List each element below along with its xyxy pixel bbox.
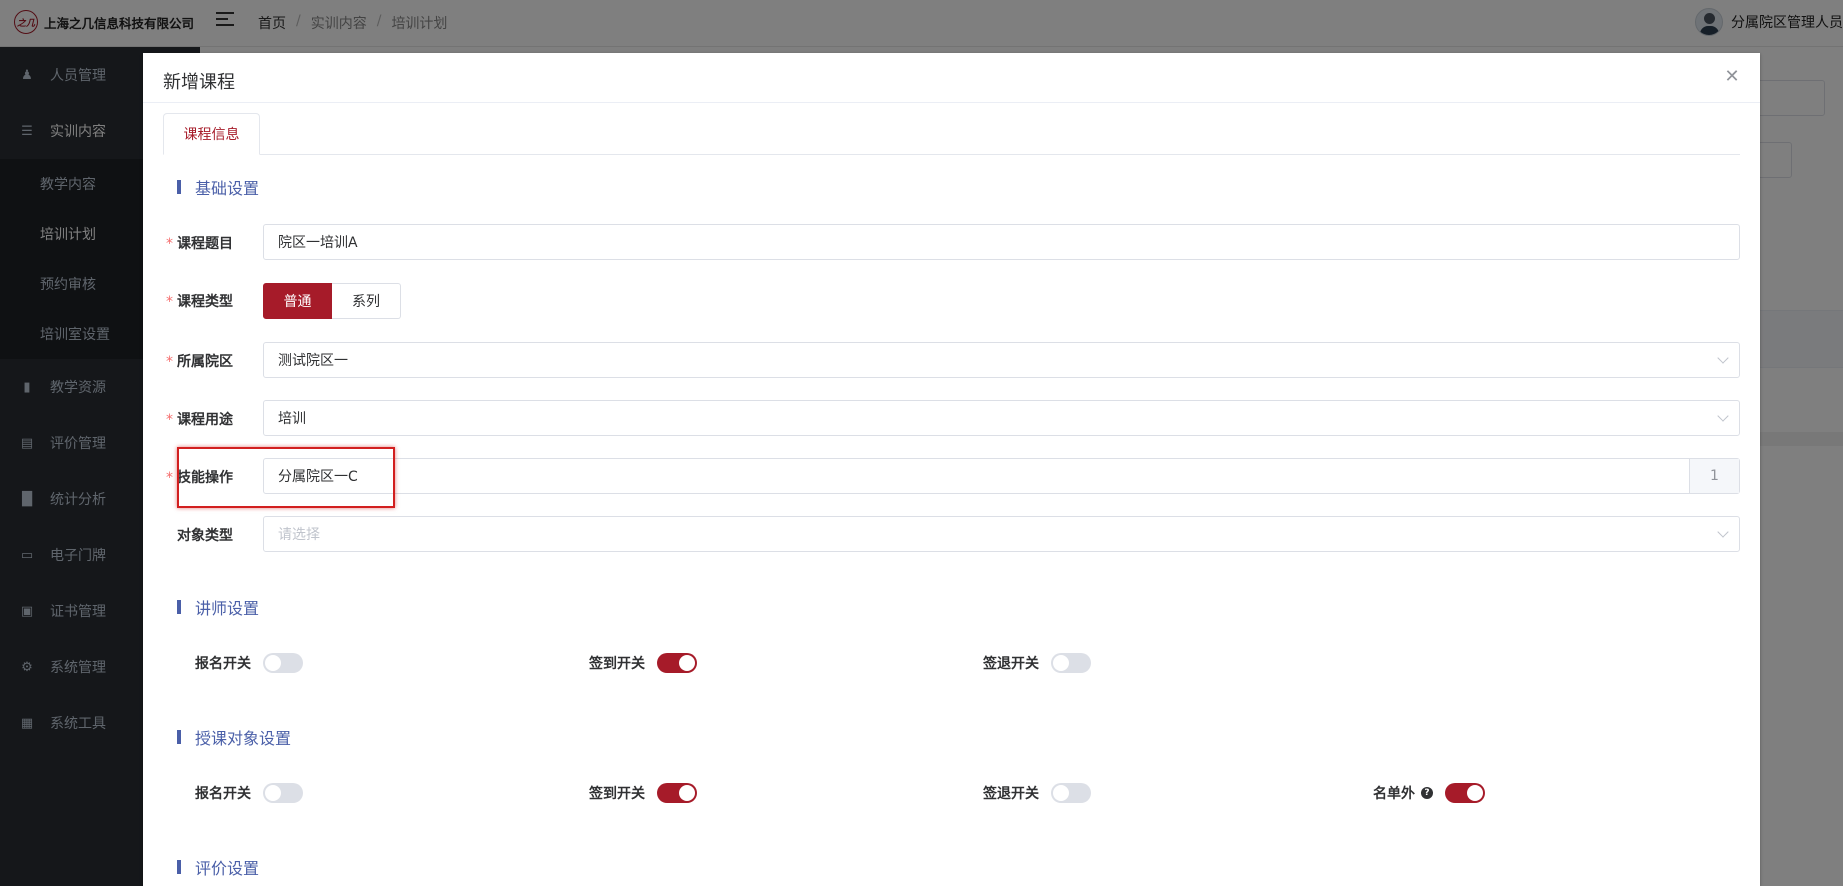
- outside-list-toggle[interactable]: [1445, 783, 1485, 803]
- chevron-down-icon: [1717, 410, 1729, 422]
- target-checkout-switch: 签退开关: [983, 783, 1091, 803]
- section-basic-settings: 基础设置: [177, 175, 259, 199]
- target-type-select[interactable]: 请选择: [263, 516, 1740, 552]
- lecturer-checkin-switch: 签到开关: [589, 653, 697, 673]
- tab-course-info[interactable]: 课程信息: [163, 113, 260, 155]
- dialog-header: 新增课程 ✕: [143, 53, 1760, 103]
- close-icon[interactable]: ✕: [1724, 68, 1740, 86]
- skill-select[interactable]: 分属院区一C 1: [263, 458, 1740, 494]
- course-title-input[interactable]: 院区一培训A: [263, 224, 1740, 260]
- section-target-settings: 授课对象设置: [177, 725, 291, 749]
- registration-toggle[interactable]: [263, 653, 303, 673]
- checkout-toggle[interactable]: [1051, 783, 1091, 803]
- section-lecturer-settings: 讲师设置: [177, 595, 259, 619]
- target-checkin-switch: 签到开关: [589, 783, 697, 803]
- section-evaluation-settings: 评价设置: [177, 855, 259, 879]
- chevron-down-icon: [1717, 526, 1729, 538]
- purpose-select[interactable]: 培训: [263, 400, 1740, 436]
- checkin-toggle[interactable]: [657, 783, 697, 803]
- dialog-title: 新增课程: [163, 72, 235, 93]
- target-outside-list-switch: 名单外 ?: [1373, 783, 1485, 803]
- chevron-down-icon: [1717, 352, 1729, 364]
- checkout-toggle[interactable]: [1051, 653, 1091, 673]
- course-type-normal-button[interactable]: 普通: [263, 283, 332, 319]
- registration-toggle[interactable]: [263, 783, 303, 803]
- lecturer-switch-row: 报名开关 签到开关 签退开关: [143, 653, 1760, 677]
- target-registration-switch: 报名开关: [195, 783, 303, 803]
- lecturer-registration-switch: 报名开关: [195, 653, 303, 673]
- campus-select[interactable]: 测试院区一: [263, 342, 1740, 378]
- lecturer-checkout-switch: 签退开关: [983, 653, 1091, 673]
- dialog-tabs: 课程信息: [163, 113, 1740, 155]
- course-type-series-button[interactable]: 系列: [332, 283, 401, 319]
- add-course-dialog: 新增课程 ✕ 课程信息 基础设置 * 课程题目 院区一培训A * 课程类型 普通 系…: [143, 53, 1760, 886]
- course-type-selector: 普通 系列: [263, 283, 401, 319]
- skill-count-badge: 1: [1689, 459, 1739, 493]
- help-icon[interactable]: ?: [1421, 787, 1433, 799]
- target-switch-row: 报名开关 签到开关 签退开关 名单外 ?: [143, 783, 1760, 807]
- checkin-toggle[interactable]: [657, 653, 697, 673]
